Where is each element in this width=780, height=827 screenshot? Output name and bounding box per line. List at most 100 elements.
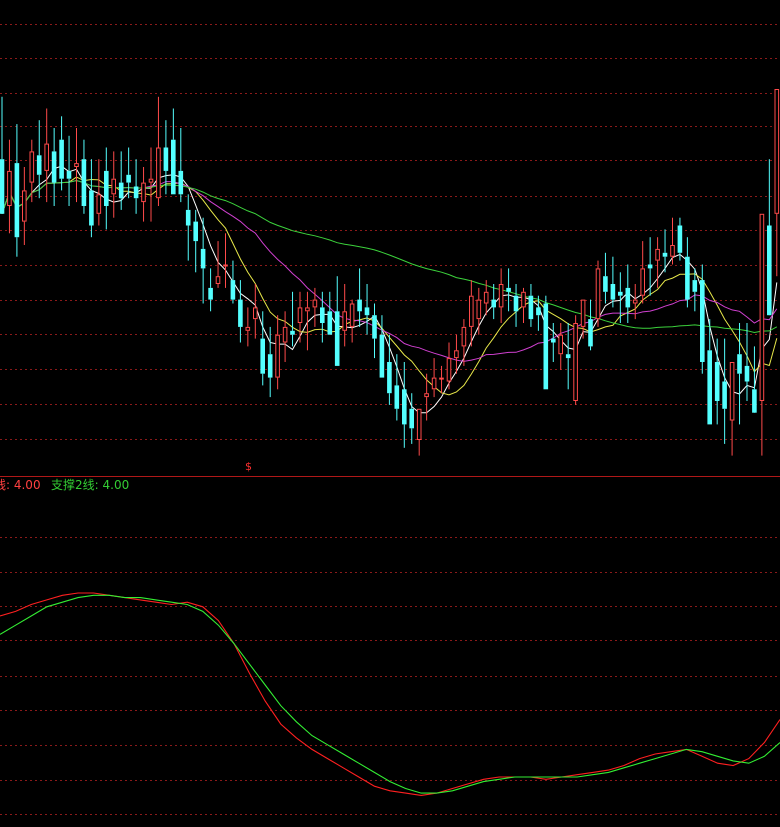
candle-body [267, 354, 273, 378]
candle-body [722, 381, 727, 409]
candle-body [89, 190, 94, 226]
candle-body [74, 163, 79, 168]
chart-background [0, 0, 780, 827]
candle-body [312, 299, 318, 308]
candle-body [163, 147, 169, 171]
candle-body [603, 276, 608, 292]
candle-body [230, 280, 236, 300]
support-line-1-label: 线: 4.00 [0, 478, 41, 492]
candle-body [737, 354, 742, 374]
candle-body [461, 326, 467, 347]
candle-body [7, 170, 12, 206]
candle-body [402, 389, 407, 425]
candle-body [618, 291, 623, 296]
candle-body [647, 264, 653, 269]
candle-body [96, 194, 102, 214]
candle-body [305, 307, 310, 312]
candle-body [156, 147, 161, 199]
candle-body [185, 209, 191, 226]
candle-body [662, 252, 668, 257]
candle-body [476, 299, 482, 320]
candle-body [640, 268, 646, 296]
candle-body [111, 178, 117, 195]
candle-body [588, 319, 593, 347]
candle-body [282, 326, 288, 343]
candle-body [223, 264, 228, 267]
candle-body [66, 170, 72, 179]
candle-body [364, 307, 370, 316]
candle-body [744, 365, 750, 382]
candle-body [290, 330, 295, 335]
candle-body [759, 213, 765, 401]
candle-body [409, 408, 414, 429]
candle-body [729, 362, 735, 421]
candle-body [610, 284, 616, 300]
candle-body [148, 178, 154, 183]
candle-body [752, 389, 757, 413]
candle-body [424, 393, 429, 398]
candle-body [36, 155, 42, 175]
candle-body [193, 221, 198, 242]
candle-body [118, 182, 124, 199]
candle-body [700, 280, 705, 362]
candle-body [215, 276, 221, 285]
candle-body [349, 303, 355, 327]
candle-body [677, 225, 683, 253]
candle-body [334, 311, 340, 366]
candle-body [543, 303, 549, 390]
stock-chart [0, 0, 780, 827]
candle-body [320, 307, 325, 323]
candle-body [685, 256, 690, 300]
candle-body [327, 311, 333, 335]
candle-body [357, 299, 362, 312]
candle-body [439, 377, 444, 380]
candle-body [0, 159, 5, 214]
candle-body [446, 358, 452, 382]
candle-body [454, 350, 459, 359]
candle-body [372, 315, 377, 339]
candle-body [521, 291, 526, 308]
candle-body [491, 299, 496, 308]
candle-body [178, 170, 184, 195]
candle-body [431, 377, 437, 390]
candle-body [714, 362, 720, 401]
candle-body [126, 174, 131, 183]
candle-body [51, 151, 57, 183]
candle-body [670, 245, 675, 257]
candle-body [200, 248, 206, 269]
candle-body [245, 326, 251, 331]
candle-body [692, 280, 698, 292]
candle-body [707, 350, 712, 425]
signal-marker: $ [245, 460, 252, 473]
candle-body [565, 354, 571, 359]
candle [573, 315, 578, 405]
candle-body [171, 139, 176, 195]
candle-body [275, 334, 280, 378]
candle-body [44, 143, 50, 171]
candle-body [238, 299, 243, 327]
candle-body [774, 89, 780, 214]
candle-body [104, 170, 109, 206]
candle-body [260, 338, 265, 374]
candle [543, 295, 549, 390]
candle-body [595, 268, 601, 320]
candle-body [394, 385, 400, 409]
candle-body [81, 159, 87, 206]
candle-body [506, 287, 511, 292]
candle-body [387, 362, 392, 394]
candle-body [551, 338, 556, 343]
candle-body [29, 151, 35, 183]
candle-body [133, 186, 139, 199]
candle-body [379, 334, 385, 378]
candle-body [632, 299, 638, 304]
candle-body [469, 295, 474, 327]
candle-body [580, 299, 586, 327]
candle-body [59, 139, 64, 179]
candle [595, 260, 601, 327]
candle-body [483, 291, 489, 304]
candle-body [528, 295, 534, 320]
candle-body [141, 182, 146, 203]
candle-body [536, 307, 541, 316]
support-line-2-label: 支撑2线: 4.00 [51, 478, 130, 492]
candle-body [14, 163, 20, 238]
